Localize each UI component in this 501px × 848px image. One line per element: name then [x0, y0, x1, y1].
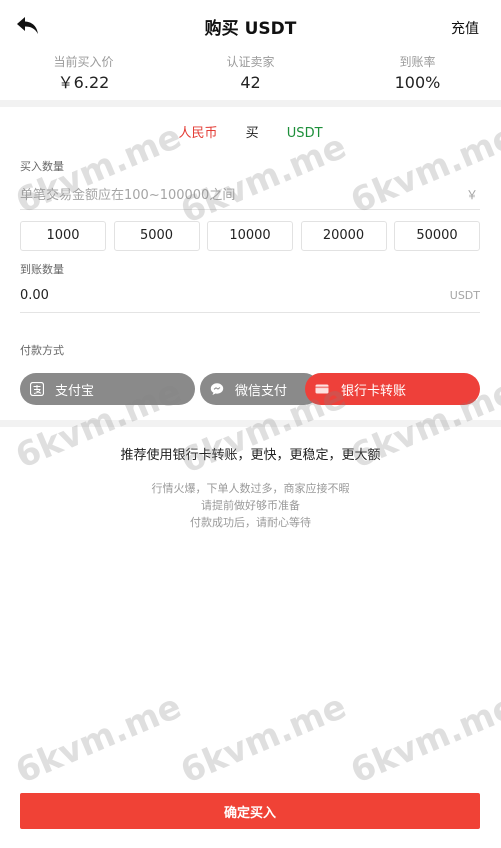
stat-value: ￥6.22: [57, 73, 110, 92]
buy-amount-input[interactable]: [20, 184, 440, 206]
payment-method-label: 付款方式: [20, 344, 64, 357]
preset-amount-button[interactable]: 1000: [20, 221, 106, 251]
stat-buy-price: 当前买入价 ￥6.22: [0, 54, 167, 98]
stats-bar: 当前买入价 ￥6.22 认证卖家 42 到账率 100%: [0, 54, 501, 98]
notice-line: 请提前做好够币准备: [201, 499, 300, 512]
stat-verified-sellers: 认证卖家 42: [167, 54, 334, 98]
amount-unit: ￥: [465, 188, 478, 202]
receive-amount-value: 0.00: [20, 288, 49, 303]
watermark: 6kvm.me: [175, 686, 352, 792]
page-title: 购买 USDT: [204, 19, 297, 39]
watermark: 6kvm.me: [345, 686, 501, 792]
buy-amount-field: ￥: [20, 184, 480, 210]
receive-unit: USDT: [449, 289, 480, 302]
pair-from-currency: 人民币: [178, 126, 218, 141]
stat-label: 认证卖家: [226, 55, 275, 69]
receive-amount-field: 0.00 USDT: [20, 285, 480, 313]
payment-methods: 支付宝 微信支付 银行卡转账: [20, 373, 480, 405]
confirm-buy-button[interactable]: 确定买入: [20, 793, 480, 829]
preset-amounts: 1000 5000 10000 20000 50000: [20, 221, 480, 251]
buy-amount-label: 买入数量: [20, 160, 64, 173]
payment-bank-transfer-button[interactable]: 银行卡转账: [305, 373, 480, 405]
pair-action: 买: [245, 126, 259, 141]
stat-value: 100%: [394, 73, 441, 92]
section-divider: [0, 420, 501, 427]
stat-value: 42: [240, 73, 261, 92]
header: 购买 USDT 充值: [0, 0, 501, 52]
section-divider: [0, 100, 501, 107]
bank-card-icon: [315, 384, 329, 394]
trade-pair: 人民币 买 USDT: [0, 122, 501, 141]
preset-amount-button[interactable]: 10000: [207, 221, 293, 251]
notice-line: 付款成功后，请耐心等待: [190, 516, 311, 529]
alipay-icon: [30, 382, 44, 396]
notice-list: 行情火爆，下单人数过多，商家应接不暇 请提前做好够币准备 付款成功后，请耐心等待: [0, 480, 501, 531]
stat-label: 当前买入价: [53, 55, 114, 69]
watermark: 6kvm.me: [10, 686, 187, 792]
recommend-text: 推荐使用银行卡转账，更快，更稳定，更大额: [120, 448, 381, 463]
payment-method-label: 微信支付: [235, 384, 288, 399]
payment-wechat-button[interactable]: 微信支付: [200, 373, 320, 405]
receive-amount-label: 到账数量: [20, 263, 64, 276]
watermark: 6kvm.me: [175, 126, 352, 232]
preset-amount-button[interactable]: 50000: [394, 221, 480, 251]
buy-usdt-page: 购买 USDT 充值 当前买入价 ￥6.22 认证卖家 42 到账率 100% …: [0, 0, 501, 848]
wechat-icon: [210, 383, 224, 395]
stat-label: 到账率: [399, 55, 436, 69]
pair-to-currency: USDT: [286, 126, 323, 141]
recharge-link[interactable]: 充值: [451, 18, 479, 38]
notice-line: 行情火爆，下单人数过多，商家应接不暇: [151, 482, 350, 495]
payment-method-label: 银行卡转账: [341, 384, 407, 399]
preset-amount-button[interactable]: 5000: [113, 221, 200, 251]
stat-arrival-rate: 到账率 100%: [334, 54, 501, 98]
payment-method-label: 支付宝: [55, 384, 95, 399]
payment-alipay-button[interactable]: 支付宝: [20, 373, 195, 405]
preset-amount-button[interactable]: 20000: [300, 221, 387, 251]
